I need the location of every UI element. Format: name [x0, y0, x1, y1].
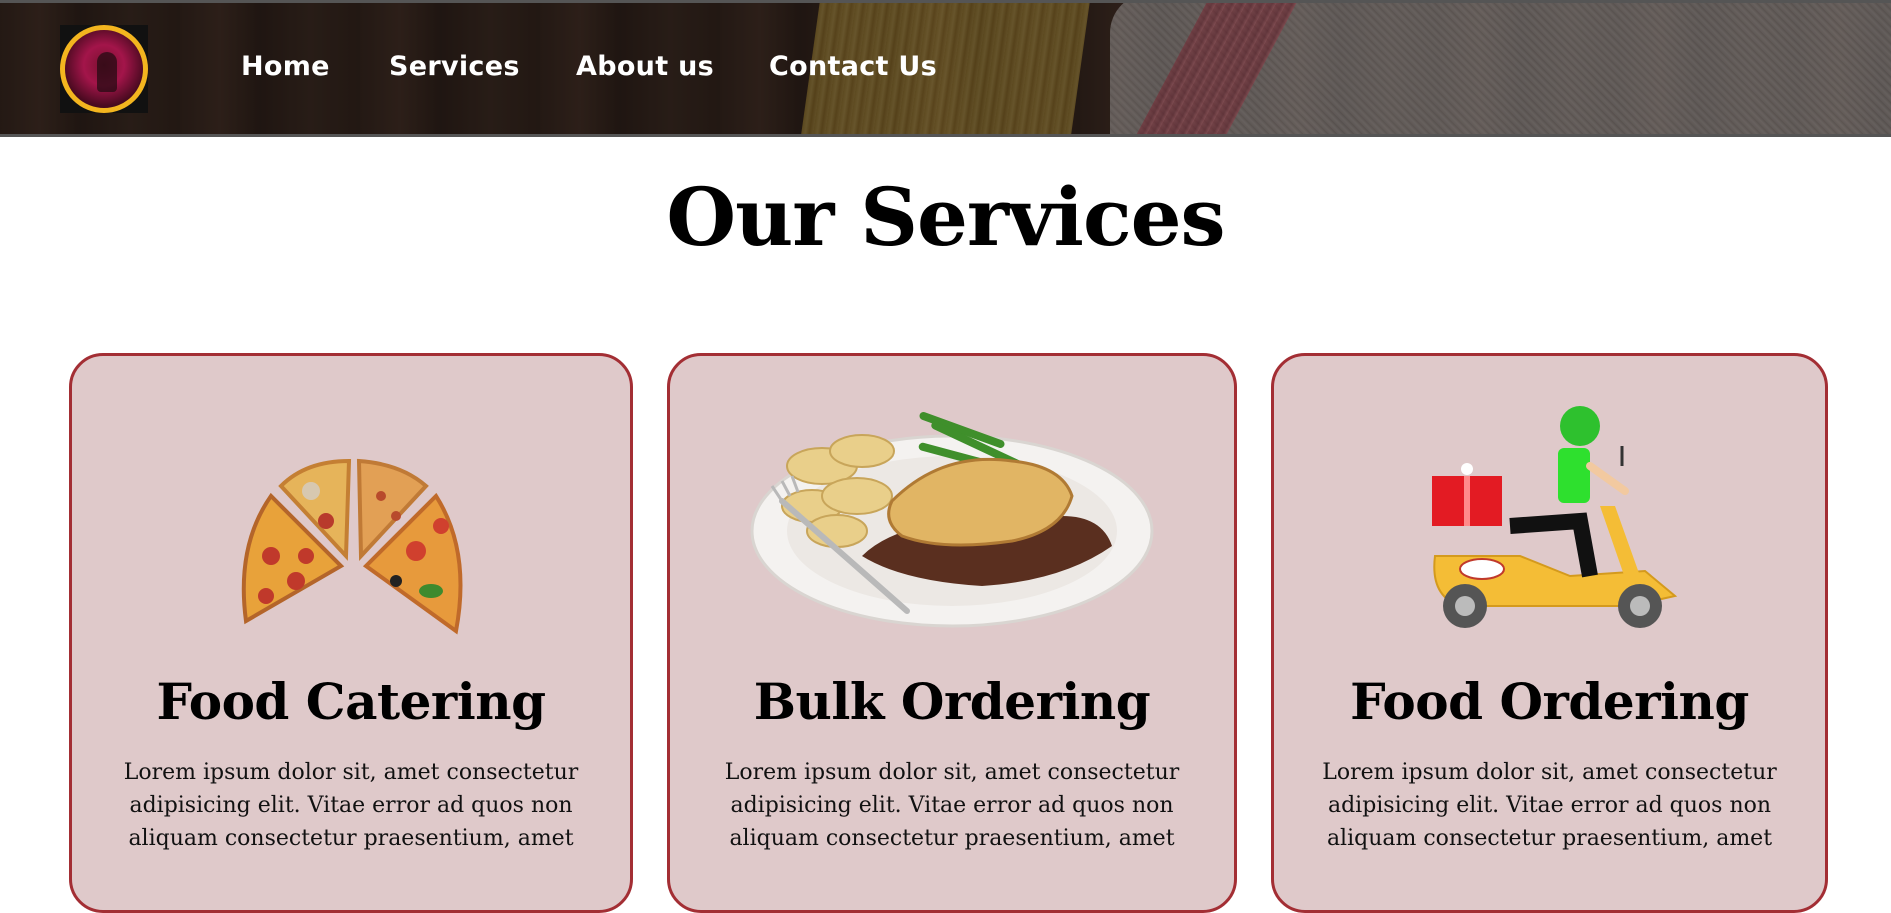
nav-contact-link[interactable]: Contact Us: [769, 51, 937, 82]
nav-home-link[interactable]: Home: [241, 51, 330, 82]
card-description: Lorem ipsum dolor sit, amet consectetur …: [724, 760, 1180, 851]
site-header: Home Services About us Contact Us: [0, 0, 1891, 137]
service-card-bulk-ordering[interactable]: Bulk Ordering Lorem ipsum dolor sit, ame…: [667, 353, 1237, 913]
delivery-scooter-image: [1400, 406, 1700, 636]
page-title: Our Services: [666, 170, 1225, 264]
site-logo[interactable]: [60, 25, 148, 113]
card-description: Lorem ipsum dolor sit, amet consectetur …: [123, 760, 579, 851]
card-title: Bulk Ordering: [753, 672, 1151, 731]
card-title: Food Catering: [156, 672, 546, 731]
nav-about-link[interactable]: About us: [576, 51, 714, 82]
pie-plate-image: [742, 406, 1162, 636]
service-card-food-ordering[interactable]: Food Ordering Lorem ipsum dolor sit, ame…: [1271, 353, 1828, 913]
card-description: Lorem ipsum dolor sit, amet consectetur …: [1322, 760, 1777, 851]
card-title: Food Ordering: [1350, 672, 1749, 731]
logo-avatar-icon: [60, 25, 148, 113]
service-card-food-catering[interactable]: Food Catering Lorem ipsum dolor sit, ame…: [69, 353, 633, 913]
pizza-slices-image: [201, 406, 501, 636]
nav-services-link[interactable]: Services: [389, 51, 520, 82]
